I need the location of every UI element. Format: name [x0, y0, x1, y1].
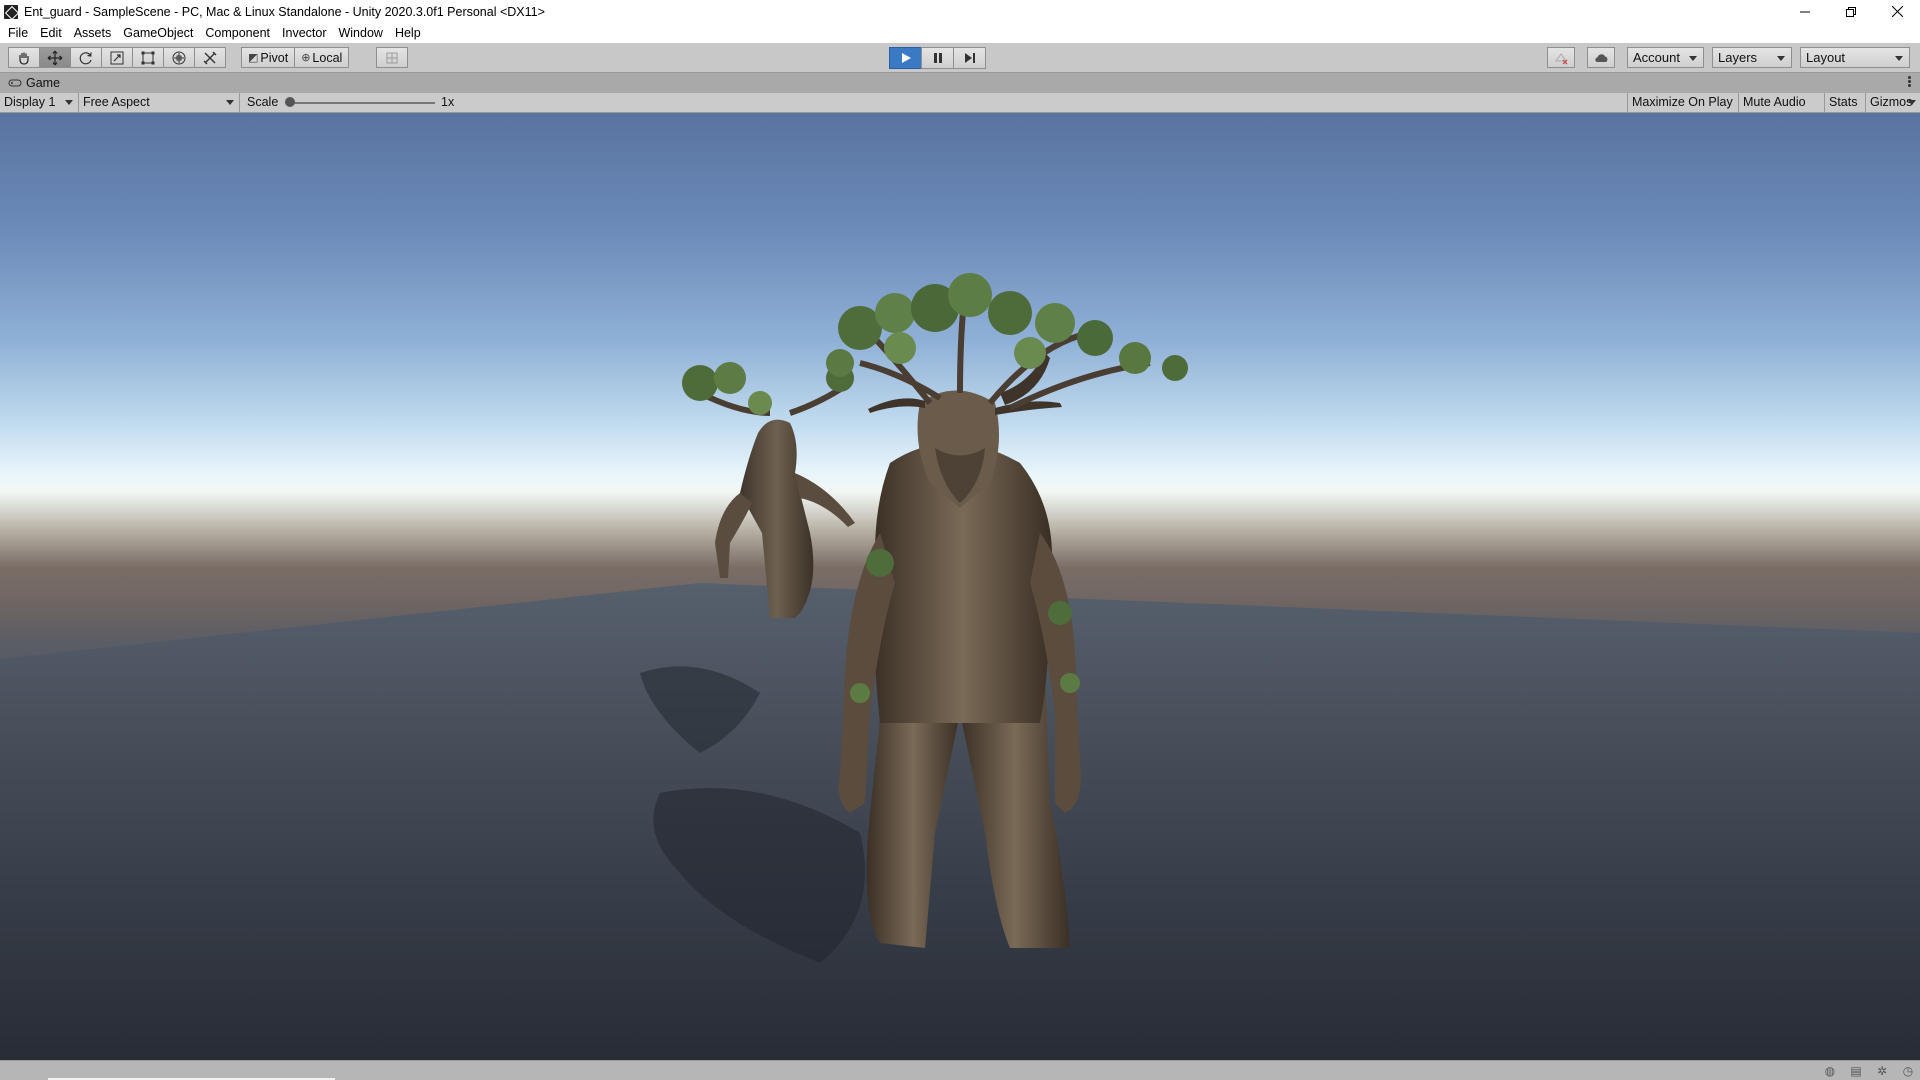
scale-tool-button[interactable]	[101, 47, 133, 68]
transform-tool-icon	[172, 51, 186, 64]
local-icon: ⊕	[301, 52, 311, 64]
pivot-icon: ◩	[248, 52, 259, 64]
cloud-button[interactable]	[1587, 47, 1615, 68]
ent-guard-back	[682, 362, 855, 618]
menu-assets[interactable]: Assets	[68, 23, 118, 43]
menu-component[interactable]: Component	[199, 23, 276, 43]
chevron-down-icon	[1689, 56, 1697, 61]
layout-label: Layout	[1806, 50, 1846, 65]
menu-bar: File Edit Assets GameObject Component In…	[0, 23, 1920, 43]
scale-tool-icon	[110, 51, 124, 64]
move-tool-icon	[47, 50, 63, 65]
collab-button[interactable]	[1547, 47, 1575, 68]
custom-tool-icon	[203, 51, 217, 64]
tab-options-icon[interactable]	[1908, 76, 1912, 90]
close-button[interactable]	[1874, 0, 1920, 23]
debug-icon[interactable]: ✲	[1874, 1063, 1890, 1079]
menu-help[interactable]: Help	[389, 23, 427, 43]
transform-tool-button[interactable]	[163, 47, 195, 68]
tab-game[interactable]: Game	[0, 73, 60, 93]
window-controls	[1782, 0, 1920, 23]
menu-file[interactable]: File	[2, 23, 34, 43]
pause-button[interactable]	[921, 47, 954, 69]
cache-server-icon[interactable]: ▤	[1848, 1063, 1864, 1079]
rect-tool-button[interactable]	[132, 47, 164, 68]
play-button[interactable]	[889, 47, 922, 69]
pivot-label: Pivot	[260, 50, 289, 65]
pivot-group: ◩ Pivot ⊕ Local	[241, 47, 350, 68]
collab-icon	[1555, 52, 1568, 64]
gamepad-icon	[8, 79, 22, 87]
scale-slider-track[interactable]	[290, 102, 435, 104]
rotate-tool-button[interactable]	[70, 47, 102, 68]
game-scene	[0, 273, 1920, 1060]
scale-label: Scale	[247, 95, 279, 109]
menu-invector[interactable]: Invector	[276, 23, 332, 43]
grid-snap-button[interactable]	[376, 47, 408, 68]
chevron-down-icon	[226, 100, 234, 105]
chevron-down-icon	[1895, 56, 1903, 61]
menu-window[interactable]: Window	[332, 23, 388, 43]
aspect-label: Free Aspect	[83, 95, 150, 109]
title-bar: Ent_guard - SampleScene - PC, Mac & Linu…	[0, 0, 1920, 23]
aspect-dropdown[interactable]: Free Aspect	[79, 93, 240, 112]
grid-snap-icon	[386, 52, 398, 63]
step-icon	[964, 53, 975, 63]
hand-tool-button[interactable]	[8, 47, 40, 68]
gizmos-label: Gizmos	[1870, 95, 1913, 109]
account-label: Account	[1633, 50, 1680, 65]
account-dropdown[interactable]: Account	[1627, 47, 1704, 68]
display-label: Display 1	[4, 95, 56, 109]
transform-tools	[8, 47, 226, 68]
menu-edit[interactable]: Edit	[34, 23, 68, 43]
close-icon	[1891, 6, 1903, 17]
pause-icon	[933, 53, 942, 63]
minimize-button[interactable]	[1782, 0, 1828, 23]
maximize-on-play-toggle[interactable]: Maximize On Play	[1627, 93, 1737, 112]
display-dropdown[interactable]: Display 1	[0, 93, 79, 112]
layout-dropdown[interactable]: Layout	[1800, 47, 1910, 68]
restore-button[interactable]	[1828, 0, 1874, 23]
stats-toggle[interactable]: Stats	[1824, 93, 1862, 112]
layers-label: Layers	[1718, 50, 1758, 65]
minimize-icon	[1800, 11, 1810, 12]
tab-game-label: Game	[26, 76, 61, 90]
game-viewport[interactable]	[0, 113, 1920, 1060]
restore-icon	[1846, 6, 1856, 17]
local-button[interactable]: ⊕ Local	[294, 47, 350, 68]
snap-group	[376, 47, 408, 68]
tab-bar: Game	[0, 73, 1920, 93]
custom-tool-button[interactable]	[194, 47, 226, 68]
status-icons: ◍ ▤ ✲ ◷	[1812, 1063, 1916, 1079]
local-label: Local	[312, 50, 343, 65]
chevron-down-icon	[65, 100, 73, 105]
rect-tool-icon	[141, 51, 155, 64]
move-tool-button[interactable]	[39, 47, 71, 68]
mute-audio-toggle[interactable]: Mute Audio	[1738, 93, 1810, 112]
play-icon	[901, 53, 911, 63]
chevron-down-icon	[1777, 56, 1785, 61]
step-button[interactable]	[953, 47, 986, 69]
auto-generate-lighting-icon[interactable]: ◍	[1822, 1063, 1838, 1079]
unity-logo-icon	[4, 4, 18, 19]
pivot-button[interactable]: ◩ Pivot	[241, 47, 296, 68]
hand-tool-icon	[19, 52, 29, 65]
timer-icon[interactable]: ◷	[1900, 1063, 1916, 1079]
window-title: Ent_guard - SampleScene - PC, Mac & Linu…	[24, 4, 545, 19]
main-toolbar: ◩ Pivot ⊕ Local Account Layers Layout	[0, 43, 1920, 73]
rotate-tool-icon	[79, 51, 92, 64]
status-bar: ◍ ▤ ✲ ◷	[0, 1060, 1920, 1080]
scale-slider-handle[interactable]	[285, 97, 295, 107]
chevron-down-icon	[1908, 100, 1916, 105]
game-view-bar: Display 1 Free Aspect Scale 1x Maximize …	[0, 93, 1920, 113]
playback-controls	[889, 47, 986, 69]
menu-gameobject[interactable]: GameObject	[117, 23, 199, 43]
scale-value: 1x	[441, 95, 455, 109]
layers-dropdown[interactable]: Layers	[1712, 47, 1792, 68]
cloud-icon	[1595, 53, 1608, 62]
